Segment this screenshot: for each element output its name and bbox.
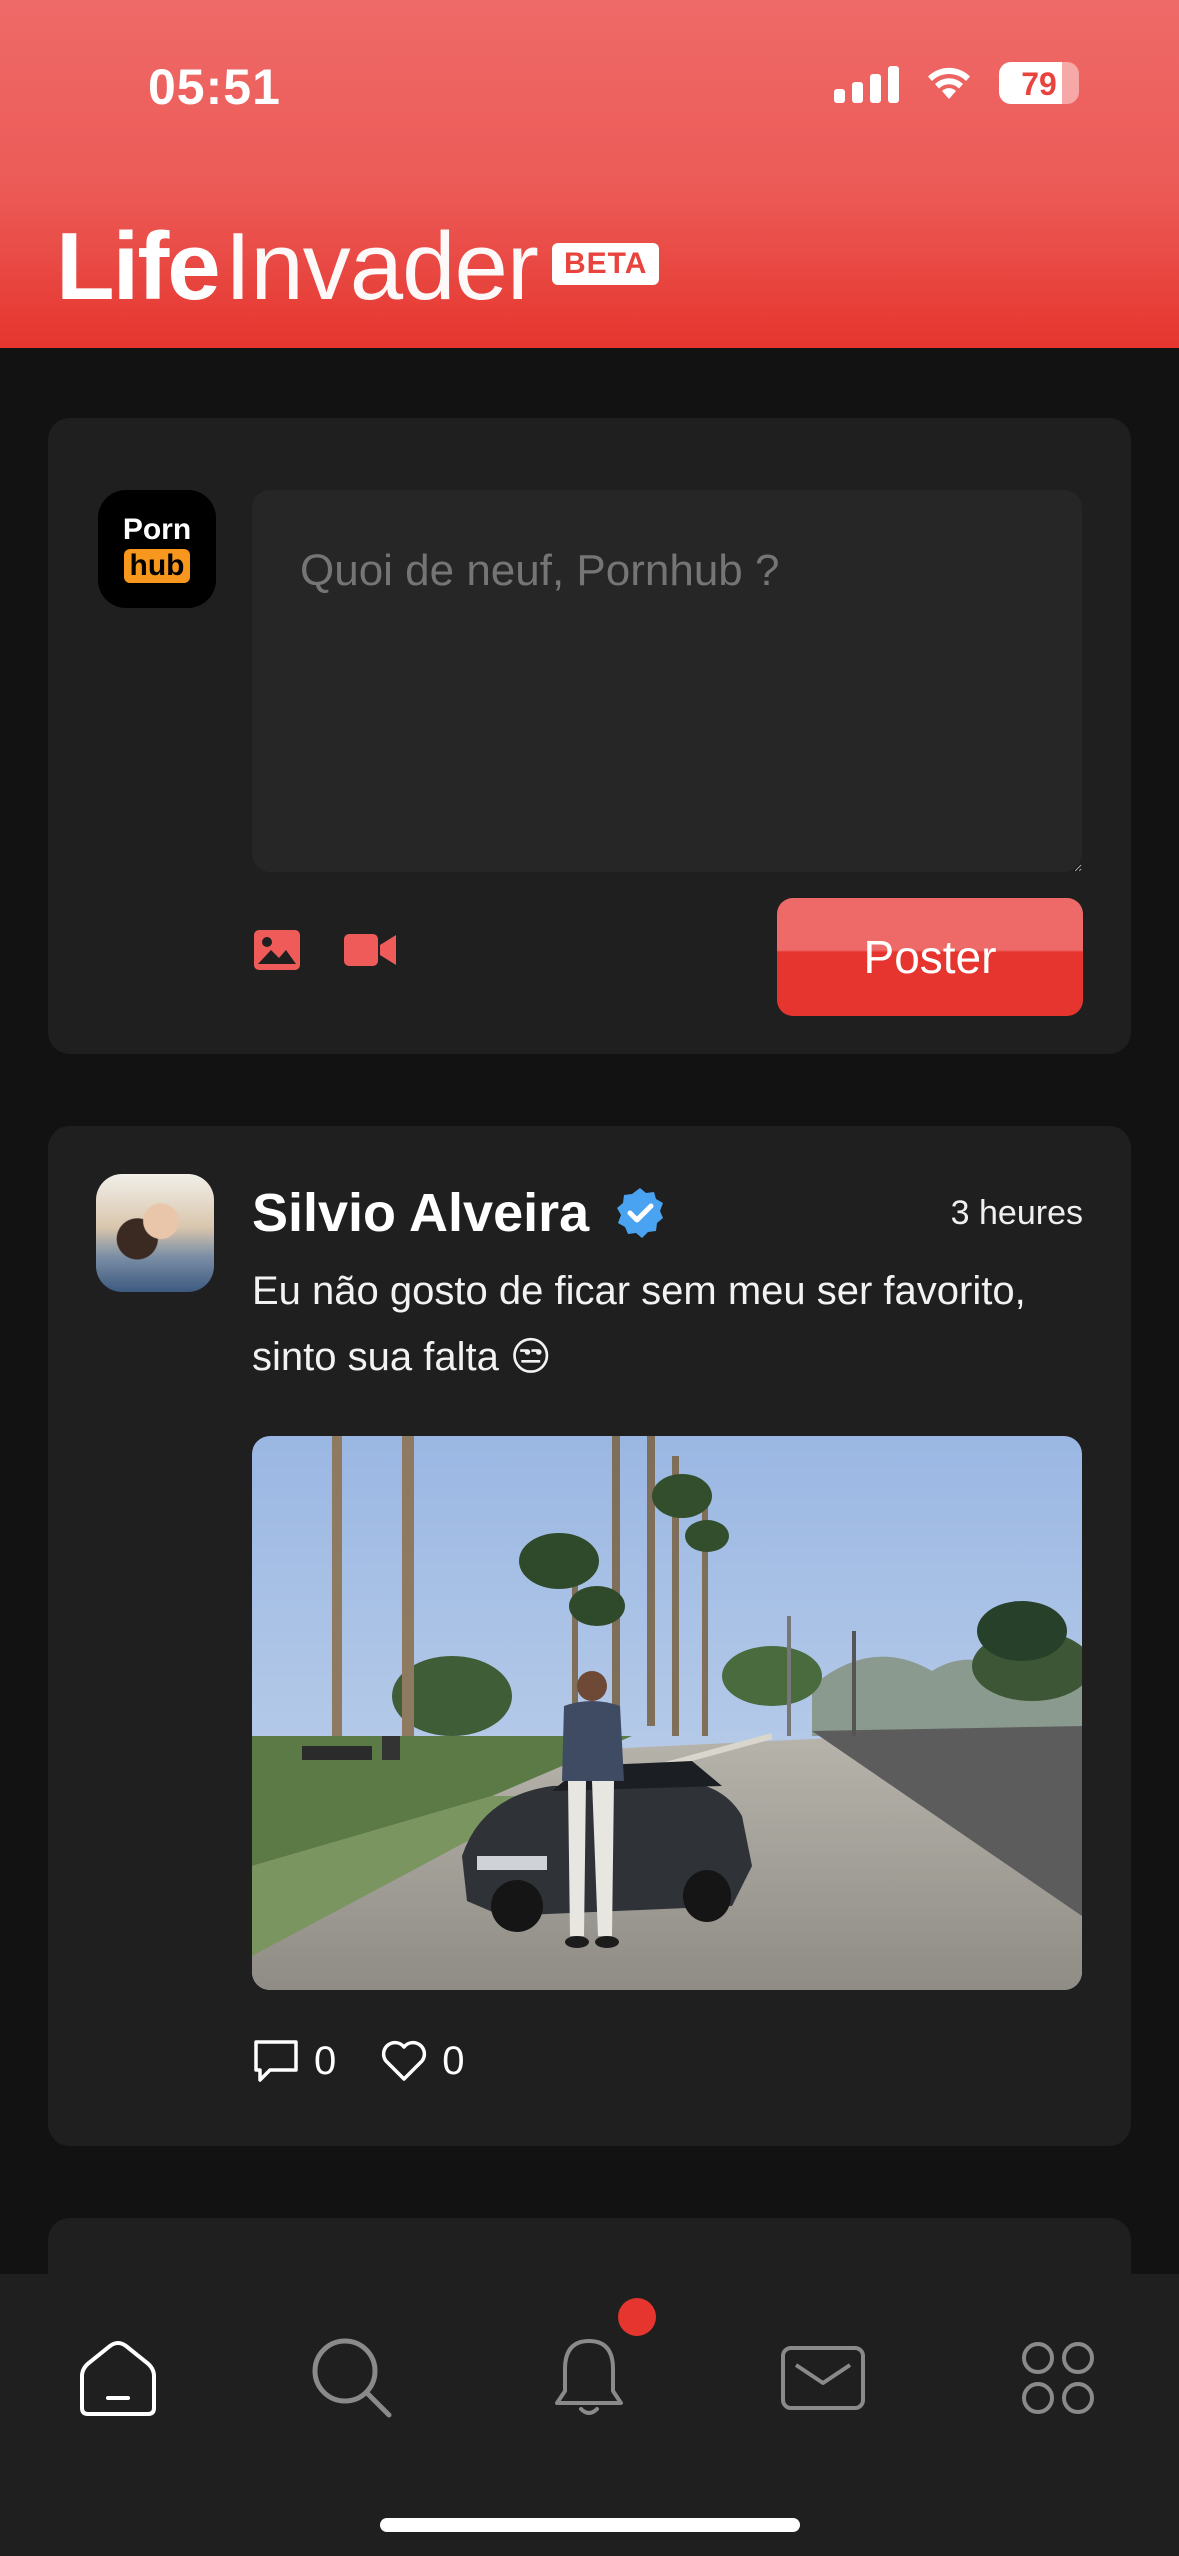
home-indicator	[380, 2518, 800, 2532]
status-icons: 79	[834, 62, 1079, 104]
cellular-signal-icon	[834, 63, 899, 103]
status-time: 05:51	[148, 59, 281, 115]
tab-search[interactable]	[302, 2328, 402, 2428]
post-photo	[252, 1436, 1082, 1990]
like-button[interactable]: 0	[380, 2038, 465, 2084]
bottom-tab-bar	[0, 2274, 1179, 2556]
search-icon	[312, 2338, 392, 2418]
comment-icon	[254, 2040, 298, 2082]
compose-card: Porn hub Poster	[48, 418, 1131, 1054]
like-count: 0	[442, 2038, 465, 2083]
beta-badge: BETA	[552, 243, 660, 285]
video-camera-icon[interactable]	[342, 930, 398, 970]
post-card: Silvio Alveira 3 heures Eu não gosto de …	[48, 1126, 1131, 2146]
tab-messages[interactable]	[773, 2328, 873, 2428]
wifi-icon	[928, 67, 970, 99]
verified-badge-icon	[617, 1188, 664, 1238]
mail-icon	[781, 2346, 865, 2410]
post-image[interactable]	[252, 1436, 1082, 1990]
home-icon	[80, 2341, 156, 2416]
avatar-text-porn: Porn	[122, 512, 192, 546]
tab-home[interactable]	[68, 2328, 168, 2428]
app-logo: Life Invader	[56, 212, 539, 322]
post-body: Eu não gosto de ficar sem meu ser favori…	[252, 1269, 1026, 1379]
apps-grid-icon	[1022, 2342, 1094, 2414]
tab-notifications[interactable]	[539, 2328, 639, 2428]
battery-indicator: 79	[999, 62, 1079, 104]
post-actions: 0 0	[252, 2038, 465, 2084]
battery-percent: 79	[1021, 66, 1057, 102]
avatar-text-hub: hub	[123, 548, 191, 584]
post-author[interactable]: Silvio Alveira	[252, 1182, 667, 1244]
status-input[interactable]	[252, 490, 1082, 872]
poster-button[interactable]: Poster	[777, 898, 1083, 1016]
app-header: 05:51 79 Life Invader BETA	[0, 0, 1179, 348]
image-icon[interactable]	[252, 928, 302, 972]
notification-badge	[618, 2298, 656, 2336]
tab-apps[interactable]	[1008, 2328, 1108, 2428]
post-timestamp: 3 heures	[950, 1194, 1083, 1232]
media-buttons	[252, 928, 398, 972]
user-avatar[interactable]: Porn hub	[98, 490, 216, 608]
comment-button[interactable]: 0	[252, 2038, 336, 2084]
comment-count: 0	[314, 2038, 337, 2083]
bell-icon	[555, 2339, 623, 2415]
heart-icon	[382, 2040, 427, 2081]
logo-life: Life	[56, 213, 221, 320]
post-author-name[interactable]: Silvio Alveira	[252, 1182, 589, 1244]
logo-invader: Invader	[224, 213, 539, 320]
post-author-avatar[interactable]	[96, 1174, 214, 1292]
